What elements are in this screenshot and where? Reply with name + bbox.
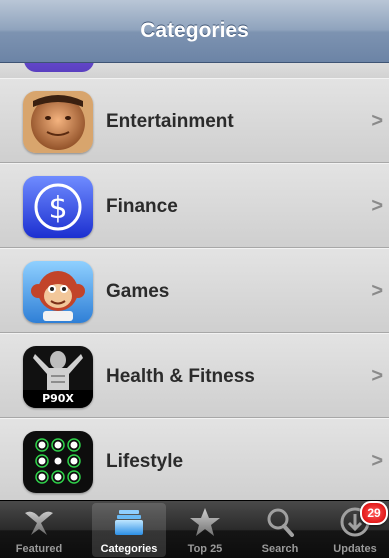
tab-featured[interactable]: Featured [2, 503, 76, 557]
tab-categories[interactable]: Categories [92, 503, 166, 557]
tab-label: Top 25 [187, 543, 223, 555]
tab-search[interactable]: Search [243, 503, 317, 557]
tab-label: Search [261, 543, 299, 555]
tab-top-25[interactable]: Top 25 [168, 503, 242, 557]
svg-text:$: $ [48, 191, 67, 226]
list-item-partial[interactable] [0, 62, 389, 79]
category-row-games[interactable]: Games > [0, 248, 389, 333]
tab-label: Featured [15, 543, 63, 555]
face-icon [23, 91, 93, 153]
tab-label: Updates [333, 543, 377, 555]
category-row-entertainment[interactable]: Entertainment > [0, 78, 389, 163]
app-store-screen: Categories Entertainment > $ Finance > G… [0, 0, 389, 558]
dots-grid-icon [23, 431, 93, 493]
fitness-icon: P90X [23, 346, 93, 408]
category-row-finance[interactable]: $ Finance > [0, 163, 389, 248]
category-label: Games [106, 281, 170, 302]
category-row-health-fitness[interactable]: P90X Health & Fitness > [0, 333, 389, 418]
tab-updates[interactable]: 29 Updates [318, 501, 389, 557]
search-icon [267, 508, 294, 537]
tab-bar: Featured Categories Top 25 Search 29 Upd… [0, 500, 389, 558]
chevron-right-icon: > [371, 110, 383, 132]
chevron-right-icon: > [371, 280, 383, 302]
star-icon [190, 508, 220, 536]
tab-label: Categories [100, 543, 158, 555]
monkey-icon [23, 261, 93, 323]
category-list[interactable]: Entertainment > $ Finance > Games > P90X… [0, 62, 389, 500]
page-title: Categories [140, 19, 249, 42]
chevron-right-icon: > [371, 450, 383, 472]
dollar-icon: $ [23, 176, 93, 238]
featured-icon [25, 511, 53, 535]
category-label: Entertainment [106, 111, 234, 132]
navigation-bar: Categories [0, 0, 389, 63]
category-icon [24, 62, 94, 72]
chevron-right-icon: > [371, 365, 383, 387]
category-label: Lifestyle [106, 451, 184, 472]
updates-badge: 29 [360, 501, 388, 525]
category-label: Health & Fitness [106, 366, 255, 387]
category-row-lifestyle[interactable]: Lifestyle > [0, 418, 389, 500]
category-label: Finance [106, 196, 178, 217]
categories-icon [115, 510, 143, 535]
p90x-logo-text: P90X [42, 392, 74, 405]
chevron-right-icon: > [371, 195, 383, 217]
